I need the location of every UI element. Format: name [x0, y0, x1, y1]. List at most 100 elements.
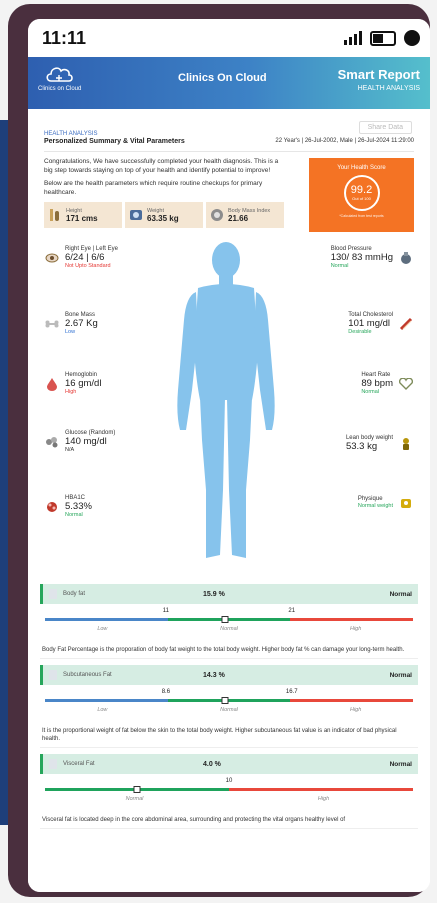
- metric-value: 4.0 %: [203, 760, 221, 768]
- vitals-panel: Right Eye | Left Eye 6/24 | 6/6 Not Upto S…: [44, 240, 414, 570]
- report-body: Share Data HEALTH ANALYSIS Personalized …: [28, 115, 430, 570]
- metric-icon: [49, 589, 57, 599]
- battery-icon: [370, 30, 396, 46]
- vital-eye: Right Eye | Left Eye 6/24 | 6/6 Not Upto S…: [44, 246, 118, 270]
- scale-segment: [229, 788, 413, 791]
- vital-value: 53.3 kg: [345, 441, 378, 452]
- health-score-card: Your Health Score 99.2 Out of 100 *Calcu…: [309, 158, 414, 232]
- section-header: Share Data HEALTH ANALYSIS Personalized …: [44, 115, 414, 151]
- stat-value: 171 cms: [66, 213, 98, 223]
- metric-name: Visceral Fat: [63, 761, 95, 767]
- fat-metrics-section: Body fat 15.9 % Normal 11 21 Low Normal Hig…: [28, 578, 430, 892]
- scale-marker: [133, 786, 141, 793]
- weight-icon: [129, 208, 143, 222]
- zone-label: High: [349, 626, 362, 632]
- stat-bmi: Body Mass Index 21.66: [206, 202, 284, 228]
- metric-value: 14.3 %: [203, 671, 225, 679]
- zone-label: High: [317, 796, 330, 802]
- vital-status: Desirable: [348, 329, 372, 335]
- vital-cholesterol: Total Cholesterol 101 mg/dl Desirable: [348, 312, 414, 336]
- phone-frame: 11:11 Clinics on Cloud Clinics On Cloud …: [8, 4, 430, 897]
- brand-name: Clinics On Cloud: [178, 72, 267, 84]
- metric-description: Visceral fat is located deep in the core…: [40, 810, 418, 829]
- vital-value: 5.33%: [65, 501, 92, 512]
- vital-value: 140 mg/dl: [65, 436, 107, 447]
- heart-rate-icon: [398, 376, 414, 392]
- metric-icon: [49, 759, 57, 769]
- threshold-label: 16.7: [285, 689, 298, 695]
- metric-status: Normal: [389, 590, 412, 598]
- stat-height: Height 171 cms: [44, 202, 122, 228]
- zone-label: Normal: [220, 626, 238, 632]
- status-bar: 11:11: [28, 19, 430, 57]
- metric-status: Normal: [389, 760, 412, 768]
- stat-weight: Weight 63.35 kg: [125, 202, 203, 228]
- metric-description: Body Fat Percentage is the proporation o…: [40, 640, 418, 659]
- bp-icon: [398, 250, 414, 266]
- vital-bone-mass: Bone Mass 2.67 Kg Low: [44, 312, 98, 336]
- score-title: Your Health Score: [337, 165, 386, 171]
- below-text: Below are the health parameters which re…: [44, 180, 263, 196]
- vital-hemoglobin: Hemoglobin 16 gm/dl High: [44, 372, 101, 396]
- vital-value: 6/24 | 6/6: [65, 252, 105, 263]
- stat-value: 63.35 kg: [147, 213, 179, 223]
- blood-drop-icon: [44, 376, 60, 392]
- vital-value: 89 bpm: [361, 378, 393, 389]
- share-data-button[interactable]: Share Data: [358, 121, 412, 134]
- metric-name: Body fat: [63, 591, 86, 597]
- section-title: Personalized Summary & Vital Parameters: [44, 138, 185, 145]
- section-small-label: HEALTH ANALYSIS: [44, 131, 98, 137]
- metric-scale: 11 21 Low Normal High: [40, 608, 418, 640]
- metric-header: Visceral Fat 4.0 % Normal: [40, 754, 418, 774]
- vital-physique: Physique Normal weight: [358, 495, 414, 511]
- scale-marker: [221, 697, 229, 704]
- status-icons: [344, 30, 420, 46]
- vital-heart-rate: Heart Rate 89 bpm Normal: [361, 372, 414, 396]
- report-subtitle: HEALTH ANALYSIS: [357, 85, 420, 92]
- metric-status: Normal: [389, 671, 412, 679]
- vital-status: Normal: [65, 512, 83, 518]
- metric-value: 15.9 %: [203, 590, 225, 598]
- metric-card: Visceral Fat 4.0 % Normal 10 Normal High …: [28, 754, 430, 829]
- zone-label: Low: [97, 626, 108, 632]
- cloud-icon: [46, 67, 73, 82]
- scale-segment: [290, 618, 413, 621]
- report-header: Clinics on Cloud Clinics On Cloud Smart …: [28, 57, 430, 109]
- scale-segment: [45, 618, 168, 621]
- lean-body-icon: [398, 436, 414, 452]
- summary-text: Congratulations, We have successfully co…: [44, 158, 284, 232]
- height-icon: [48, 208, 62, 222]
- human-body-figure: [177, 242, 275, 558]
- congrats-text: Congratulations, We have successfully co…: [44, 158, 279, 174]
- vital-status: Normal: [330, 263, 349, 269]
- zone-label: Normal: [220, 707, 238, 713]
- scale-bar: [45, 788, 413, 791]
- camera-dot-icon: [404, 30, 420, 46]
- metric-description: It is the proportional weight of fat bel…: [40, 721, 418, 748]
- metric-header: Subcutaneous Fat 14.3 % Normal: [40, 665, 418, 685]
- metric-name: Subcutaneous Fat: [63, 672, 112, 678]
- eye-icon: [44, 250, 60, 266]
- vital-lean-body-weight: Lean body weight 53.3 kg: [346, 435, 414, 452]
- vital-hba1c: HBA1C 5.33% Normal: [44, 495, 92, 519]
- vital-label: Physique: [357, 496, 383, 502]
- glucose-icon: [44, 434, 60, 450]
- zone-label: High: [349, 707, 362, 713]
- threshold-label: 8.6: [161, 689, 171, 695]
- scale-segment: [45, 699, 168, 702]
- vital-status: Normal: [361, 389, 380, 395]
- vital-value: 101 mg/dl: [348, 318, 391, 329]
- screen: 11:11 Clinics on Cloud Clinics On Cloud …: [28, 19, 430, 892]
- vital-status: Low: [65, 329, 76, 335]
- summary: Congratulations, We have successfully co…: [44, 158, 414, 232]
- vital-status: High: [65, 389, 77, 395]
- physique-icon: [398, 495, 414, 511]
- threshold-label: 21: [288, 608, 296, 614]
- zone-label: Normal: [125, 796, 144, 802]
- score-footnote: *Calculated from test reports: [339, 214, 384, 218]
- metric-card: Subcutaneous Fat 14.3 % Normal 8.6 16.7 L…: [28, 665, 430, 748]
- threshold-label: 11: [162, 608, 169, 614]
- metric-header: Body fat 15.9 % Normal: [40, 584, 418, 604]
- cholesterol-icon: [398, 316, 414, 332]
- score-out-of: Out of 100: [352, 196, 371, 201]
